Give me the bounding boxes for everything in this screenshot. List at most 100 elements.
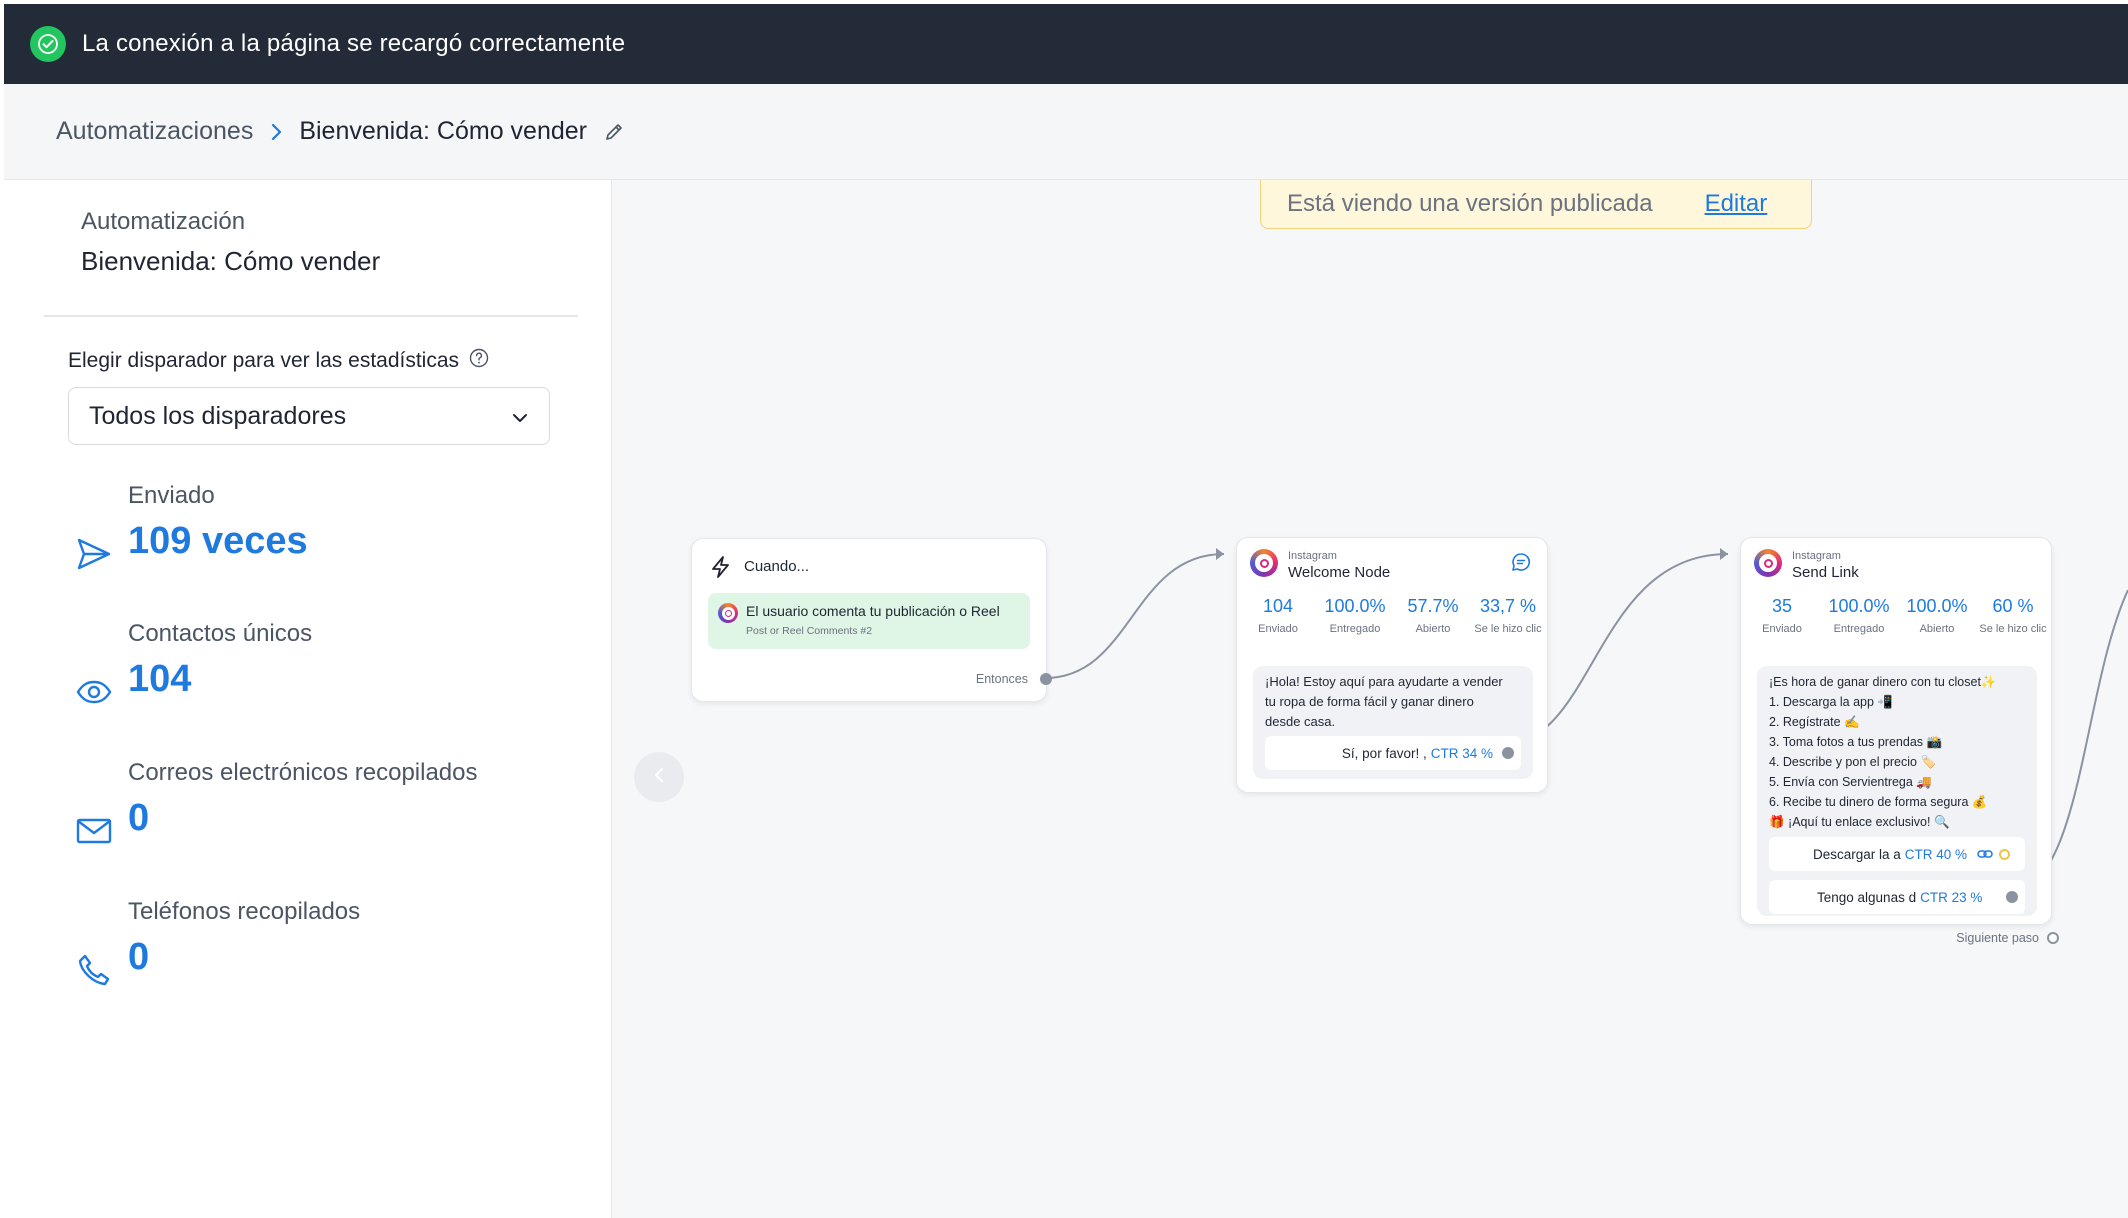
edit-name-pencil-icon[interactable] (603, 121, 625, 143)
metric: 33,7 % Se le hizo clic (1471, 596, 1545, 635)
message-line: 🎁 ¡Aquí tu enlace exclusivo! 🔍 (1769, 815, 1950, 829)
node-title: Welcome Node (1288, 564, 1391, 581)
then-label: Entonces (975, 672, 1028, 686)
eye-icon (74, 672, 114, 712)
automation-caption: Automatización (81, 208, 246, 235)
instagram-icon (718, 603, 738, 623)
metric-value: 57.7% (1407, 596, 1459, 616)
metric: 35 Enviado (1745, 596, 1819, 635)
metric: 60 % Se le hizo clic (1975, 596, 2051, 635)
metric-value: 35 (1771, 596, 1793, 616)
message-line: ¡Es hora de ganar dinero con tu closet✨ (1769, 675, 1997, 689)
next-step-port[interactable] (2047, 932, 2059, 944)
automation-name: Bienvenida: Cómo vender (81, 246, 381, 276)
message-line: 6. Recibe tu dinero de forma segura 💰 (1769, 795, 1988, 809)
divider (44, 315, 578, 317)
message-line: ¡Hola! Estoy aquí para ayudarte a vender (1265, 674, 1503, 689)
metric-label: Se le hizo clic (1979, 623, 2047, 635)
button-ctr: CTR 23 % (1920, 889, 1983, 905)
message-line: 4. Describe y pon el precio 🏷️ (1769, 755, 1937, 769)
node-metrics: 35 Enviado 100.0% Entregado 100.0% Abierto … (1745, 596, 2051, 635)
message-line: 1. Descarga la app 📲 (1769, 695, 1893, 709)
stat-value: 0 (128, 797, 150, 839)
message-text: ¡Hola! Estoy aquí para ayudarte a vender… (1265, 672, 1525, 732)
send-icon (74, 534, 114, 574)
metric-value: 100.0% (1906, 596, 1968, 616)
metric-label: Enviado (1258, 623, 1298, 635)
message-line: 5. Envía con Servientrega 🚚 (1769, 775, 1932, 789)
mail-icon (74, 811, 114, 851)
link-icon (1977, 848, 1993, 860)
chevron-right-icon (269, 122, 283, 142)
stat-label: Contactos únicos (128, 620, 313, 647)
send-link-node[interactable]: Instagram Send Link 35 Enviado 100.0% Entr… (1740, 537, 2059, 945)
output-port[interactable] (1040, 673, 1052, 685)
phone-icon (74, 950, 114, 990)
chevron-down-icon (511, 402, 529, 431)
stat-value: 109 veces (128, 520, 308, 562)
node-platform: Instagram (1288, 550, 1337, 562)
metric-value: 104 (1262, 596, 1294, 616)
trigger-select[interactable]: Todos los disparadores (68, 387, 550, 445)
help-circle-icon[interactable] (469, 348, 489, 374)
trigger-selector-label-text: Elegir disparador para ver las estadísti… (68, 349, 460, 372)
metric-label: Se le hizo clic (1474, 623, 1542, 635)
metric-value: 100.0% (1828, 596, 1890, 616)
output-port[interactable] (1502, 747, 1514, 759)
stat-label: Correos electrónicos recopilados (128, 759, 478, 786)
metric: 104 Enviado (1241, 596, 1315, 635)
breadcrumb-current: Bienvenida: Cómo vender (299, 117, 587, 145)
metric-label: Entregado (1329, 623, 1381, 635)
instagram-icon (1250, 549, 1278, 577)
message-bubble[interactable]: ¡Es hora de ganar dinero con tu closet✨ … (1757, 666, 2037, 916)
trigger-select-value: Todos los disparadores (89, 401, 347, 430)
message-line: tu ropa de forma fácil y ganar dinero (1265, 694, 1474, 709)
metric: 100.0% Abierto (1899, 596, 1975, 635)
button-ctr: CTR 34 % (1430, 745, 1493, 761)
message-text: ¡Es hora de ganar dinero con tu closet✨ … (1769, 672, 2031, 832)
trigger-node[interactable]: Cuando... El usuario comenta tu publicac… (691, 538, 1052, 702)
link-button[interactable]: Descargar la a CTR 40 % (1769, 837, 2025, 871)
metric-label: Enviado (1762, 623, 1802, 635)
metric-value: 60 % (1992, 596, 2034, 616)
message-line: 3. Toma fotos a tus prendas 📸 (1769, 735, 1943, 749)
breadcrumb: Automatizaciones Bienvenida: Cómo vender (4, 84, 2128, 180)
welcome-node[interactable]: Instagram Welcome Node 104 Enviado 100.0%… (1236, 537, 1548, 793)
button-text: Tengo algunas d (1817, 889, 1917, 905)
trigger-event-sub: Post or Reel Comments #2 (746, 625, 873, 637)
node-metrics: 104 Enviado 100.0% Entregado 57.7% Abierto … (1241, 596, 1545, 635)
metric-value: 33,7 % (1479, 596, 1537, 616)
check-circle-icon (30, 26, 66, 62)
metric-value: 100.0% (1324, 596, 1386, 616)
trigger-event-card[interactable]: El usuario comenta tu publicación o Reel… (708, 593, 1030, 649)
metric-label: Abierto (1415, 623, 1451, 635)
message-line: desde casa. (1265, 714, 1336, 729)
flow-canvas[interactable]: Está viendo una versión publicada Editar… (612, 180, 2128, 1218)
metric-label: Entregado (1833, 623, 1885, 635)
trigger-event-title: El usuario comenta tu publicación o Reel (746, 603, 1000, 619)
stat-label: Teléfonos recopilados (128, 898, 361, 925)
lightning-icon (710, 555, 732, 584)
button-ctr: CTR 40 % (1904, 846, 1968, 862)
metric: 57.7% Abierto (1395, 596, 1471, 635)
notification-banner: La conexión a la página se recargó corre… (4, 4, 2128, 84)
link-port-icon[interactable] (1999, 848, 2011, 860)
trigger-selector-label: Elegir disparador para ver las estadísti… (68, 348, 489, 374)
button-text: Sí, por favor! , (1341, 745, 1427, 761)
message-bubble[interactable]: ¡Hola! Estoy aquí para ayudarte a vender… (1253, 666, 1533, 779)
stat-value: 104 (128, 658, 192, 700)
stats-sidebar: Automatización Bienvenida: Cómo vender E… (4, 180, 612, 1218)
breadcrumb-parent-link[interactable]: Automatizaciones (56, 117, 253, 146)
banner-message: La conexión a la página se recargó corre… (82, 30, 626, 57)
metric-label: Abierto (1919, 623, 1955, 635)
stat-value: 0 (128, 936, 150, 978)
instagram-icon (1754, 549, 1782, 577)
node-platform: Instagram (1792, 550, 1841, 562)
comment-icon (1511, 552, 1531, 577)
quick-reply-button[interactable]: Tengo algunas d CTR 23 % (1769, 880, 2025, 914)
stat-label: Enviado (128, 482, 215, 509)
metric: 100.0% Entregado (1315, 596, 1395, 635)
output-port[interactable] (2006, 891, 2018, 903)
next-step-label: Siguiente paso (1956, 931, 2039, 945)
quick-reply-button[interactable]: Sí, por favor! , CTR 34 % (1265, 736, 1521, 770)
